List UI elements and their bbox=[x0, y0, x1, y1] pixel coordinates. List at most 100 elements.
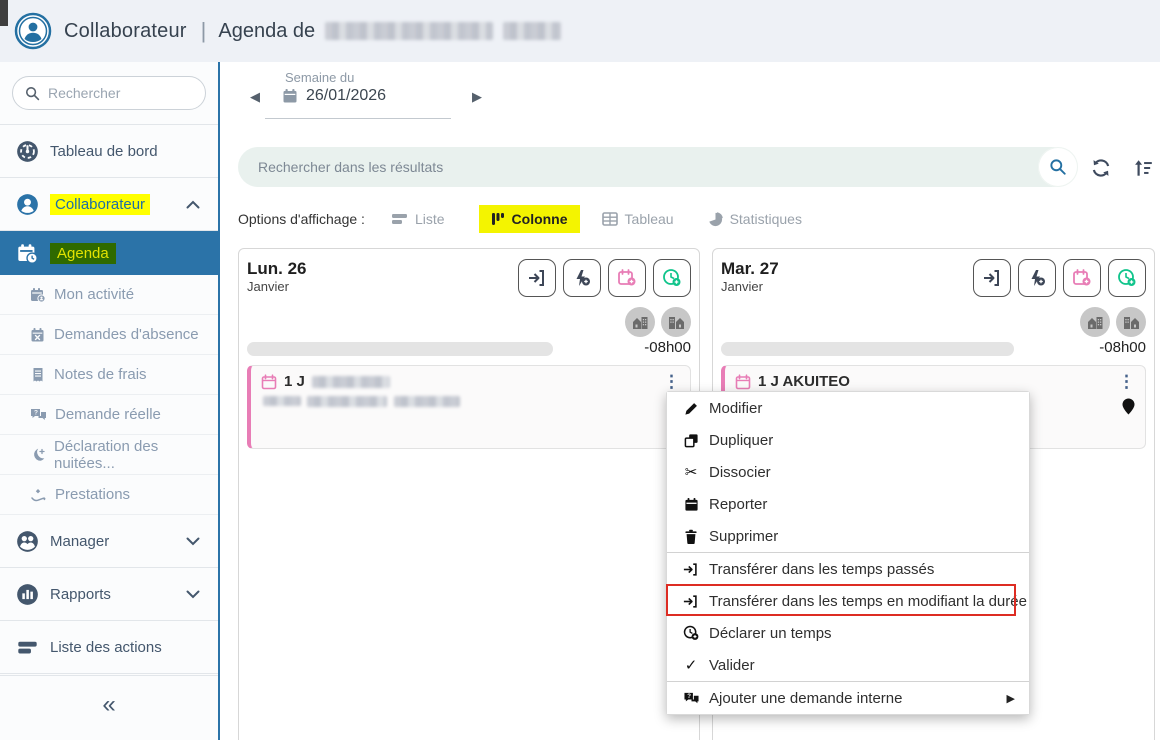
menu-item-transferer-temps-passes[interactable]: Transférer dans les temps passés bbox=[667, 553, 1029, 585]
site-buttons bbox=[721, 307, 1146, 337]
menu-item-label: Valider bbox=[709, 656, 755, 674]
clock-plus-icon bbox=[1117, 268, 1137, 288]
sidebar-item-manager[interactable]: Manager bbox=[0, 515, 218, 568]
chevron-up-icon bbox=[186, 200, 200, 209]
list-icon bbox=[16, 636, 39, 659]
clock-plus-icon bbox=[681, 625, 701, 641]
menu-item-label: Supprimer bbox=[709, 527, 779, 545]
results-search-input[interactable] bbox=[238, 159, 1038, 175]
corner-fragment bbox=[0, 0, 8, 26]
bolt-plus-icon bbox=[572, 268, 592, 288]
sort-button[interactable] bbox=[1130, 155, 1156, 181]
week-date-picker[interactable]: 26/01/2026 bbox=[282, 87, 386, 105]
transfer-icon bbox=[982, 268, 1002, 288]
declare-time-button[interactable] bbox=[653, 259, 691, 297]
day-column-lun-26: Lun. 26 Janvier -08h00 1 J ⋮ bbox=[238, 248, 700, 740]
search-submit-button[interactable] bbox=[1038, 147, 1078, 187]
menu-item-dissocier[interactable]: ✂ Dissocier bbox=[667, 456, 1029, 488]
sidebar-item-label: Collaborateur bbox=[50, 193, 151, 215]
office-home-button[interactable] bbox=[661, 307, 691, 337]
sidebar-item-declaration-nuitees[interactable]: Déclaration des nuitées... bbox=[0, 435, 218, 475]
progress-bar bbox=[721, 342, 1015, 356]
clock-plus-icon bbox=[662, 268, 682, 288]
sidebar-item-demande-reelle[interactable]: ? Demande réelle bbox=[0, 395, 218, 435]
day-month: Janvier bbox=[247, 279, 289, 294]
chevron-down-icon bbox=[186, 590, 200, 599]
view-option-colonne[interactable]: Colonne bbox=[478, 205, 580, 233]
table-view-icon bbox=[601, 212, 618, 226]
day-header: Mar. 27 Janvier bbox=[721, 259, 779, 297]
menu-item-label: Dupliquer bbox=[709, 431, 774, 449]
view-option-statistiques[interactable]: Statistiques bbox=[708, 211, 802, 227]
location-pin-icon bbox=[1122, 398, 1135, 415]
sidebar-search[interactable] bbox=[12, 76, 206, 110]
pie-chart-icon bbox=[708, 211, 723, 227]
sidebar-search-input[interactable] bbox=[48, 85, 188, 101]
previous-week-icon[interactable]: ◀ bbox=[250, 89, 260, 105]
sidebar-item-agenda[interactable]: Agenda bbox=[0, 231, 218, 275]
event-menu-button[interactable]: ⋮ bbox=[663, 373, 680, 390]
transfer-day-button[interactable] bbox=[518, 259, 556, 297]
menu-item-supprimer[interactable]: Supprimer bbox=[667, 520, 1029, 552]
page-title: Agenda de bbox=[218, 19, 316, 42]
week-label: Semaine du bbox=[285, 70, 355, 85]
svg-text:?: ? bbox=[687, 693, 691, 700]
menu-item-reporter[interactable]: Reporter bbox=[667, 488, 1029, 520]
next-week-icon[interactable]: ▶ bbox=[472, 89, 482, 105]
office-home-button[interactable] bbox=[1116, 307, 1146, 337]
menu-item-modifier[interactable]: Modifier bbox=[667, 392, 1029, 424]
sidebar-item-tableau-de-bord[interactable]: Tableau de bord bbox=[0, 125, 218, 178]
sidebar-item-prestations[interactable]: Prestations bbox=[0, 475, 218, 515]
view-option-liste[interactable]: Liste bbox=[391, 211, 445, 227]
sidebar-item-label: Tableau de bord bbox=[50, 142, 158, 160]
redacted-event-detail bbox=[307, 395, 388, 407]
chat-question-icon: ? bbox=[681, 691, 701, 706]
sidebar-item-label: Notes de frais bbox=[54, 366, 147, 383]
event-menu-button[interactable]: ⋮ bbox=[1118, 373, 1135, 390]
event-card[interactable]: 1 J ⋮ bbox=[247, 365, 691, 449]
menu-item-label: Ajouter une demande interne bbox=[709, 689, 903, 707]
results-search-bar[interactable] bbox=[238, 147, 1078, 187]
search-icon bbox=[1049, 158, 1067, 176]
event-title: 1 J bbox=[284, 373, 305, 390]
menu-item-ajouter-demande-interne[interactable]: ? Ajouter une demande interne ▶ bbox=[667, 682, 1029, 714]
app-name: Collaborateur bbox=[64, 19, 187, 42]
home-building-icon bbox=[632, 315, 649, 330]
menu-item-dupliquer[interactable]: Dupliquer bbox=[667, 424, 1029, 456]
sidebar-collapse-button[interactable]: « bbox=[0, 675, 218, 733]
sidebar-item-rapports[interactable]: Rapports bbox=[0, 568, 218, 621]
sidebar-item-liste-des-actions[interactable]: Liste des actions bbox=[0, 621, 218, 674]
sidebar-item-notes-de-frais[interactable]: Notes de frais bbox=[0, 355, 218, 395]
scissors-icon: ✂ bbox=[684, 464, 698, 481]
sort-icon bbox=[1132, 157, 1154, 179]
event-calendar-icon bbox=[735, 373, 751, 390]
add-absence-button[interactable] bbox=[1063, 259, 1101, 297]
sidebar-item-collaborateur[interactable]: Collaborateur bbox=[0, 178, 218, 231]
view-option-label: Colonne bbox=[511, 211, 568, 227]
day-title: Lun. 26 bbox=[247, 259, 307, 278]
redacted-event-detail bbox=[393, 395, 460, 407]
display-options-row: Options d'affichage : Liste Colonne Tabl… bbox=[238, 203, 836, 235]
declare-time-button[interactable] bbox=[1108, 259, 1146, 297]
menu-item-declarer-un-temps[interactable]: Déclarer un temps bbox=[667, 617, 1029, 649]
calendar-icon bbox=[681, 497, 701, 512]
quick-add-button[interactable] bbox=[1018, 259, 1056, 297]
quick-add-button[interactable] bbox=[563, 259, 601, 297]
menu-item-transferer-modifiant-duree[interactable]: Transférer dans les temps en modifiant l… bbox=[667, 585, 1029, 617]
week-date-value: 26/01/2026 bbox=[306, 87, 387, 104]
menu-item-valider[interactable]: ✓ Valider bbox=[667, 649, 1029, 681]
view-option-label: Statistiques bbox=[729, 211, 802, 227]
home-office-button[interactable] bbox=[1080, 307, 1110, 337]
home-office-button[interactable] bbox=[625, 307, 655, 337]
sidebar-item-label: Rapports bbox=[50, 585, 111, 603]
transfer-day-button[interactable] bbox=[973, 259, 1011, 297]
day-header: Lun. 26 Janvier bbox=[247, 259, 307, 297]
sidebar-item-demandes-absence[interactable]: Demandes d'absence bbox=[0, 315, 218, 355]
event-context-menu: Modifier Dupliquer ✂ Dissocier Reporter … bbox=[666, 391, 1030, 715]
dashboard-gauge-icon bbox=[16, 140, 39, 163]
people-icon bbox=[16, 530, 39, 553]
view-option-tableau[interactable]: Tableau bbox=[601, 211, 674, 227]
refresh-button[interactable] bbox=[1088, 155, 1114, 181]
sidebar-item-mon-activite[interactable]: Mon activité bbox=[0, 275, 218, 315]
add-absence-button[interactable] bbox=[608, 259, 646, 297]
